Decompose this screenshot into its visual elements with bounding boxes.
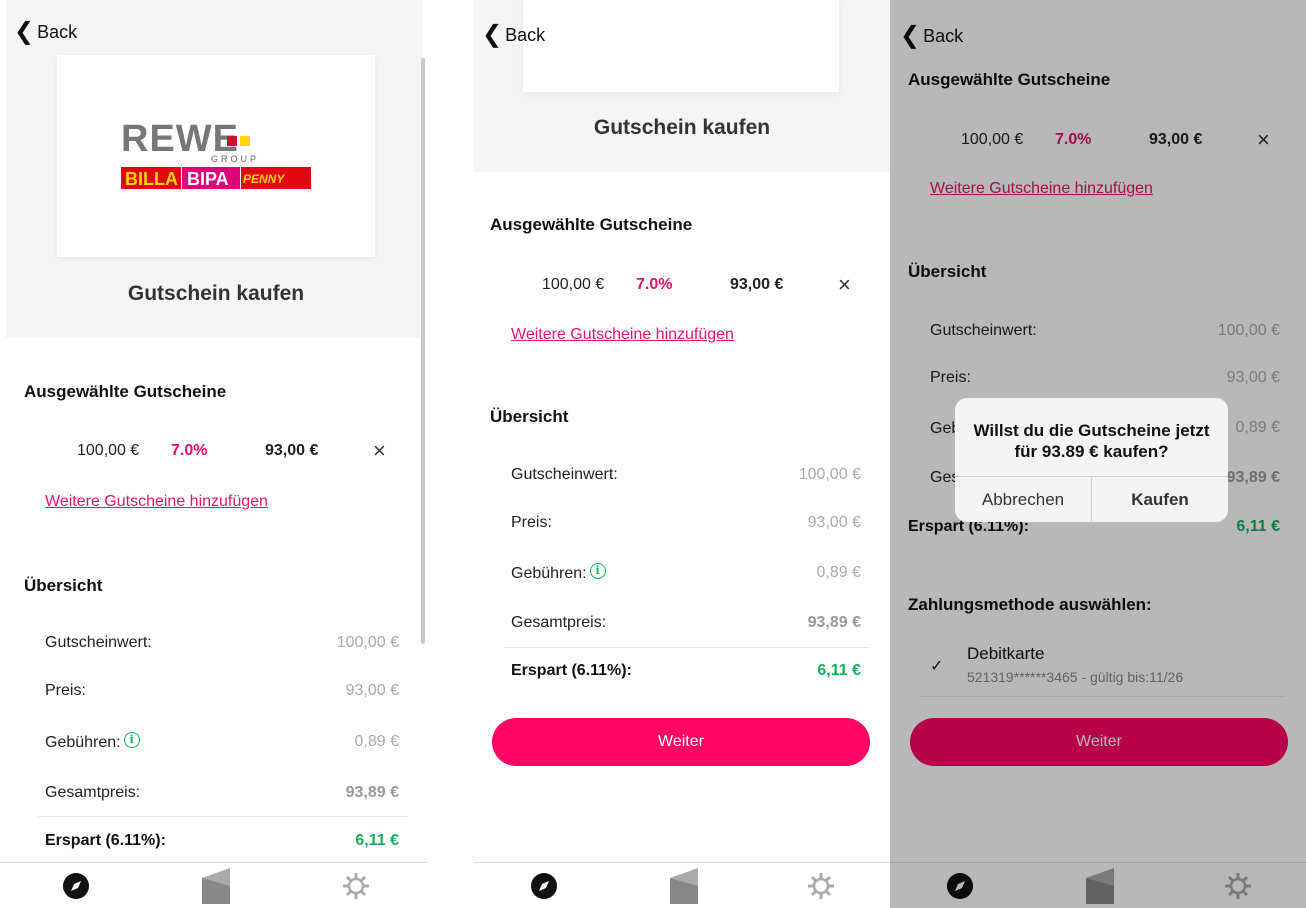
info-icon[interactable]: i (123, 732, 140, 748)
back-button[interactable]: ❮ Back (482, 23, 545, 47)
voucher-amount: 100,00 € (542, 276, 605, 293)
overview-title: Übersicht (24, 576, 103, 595)
remove-voucher-icon[interactable]: × (838, 272, 851, 298)
tab-bar (0, 862, 428, 908)
back-button[interactable]: ❮ Back (14, 20, 77, 44)
overview-row-value: Gutscheinwert: 100,00 € (45, 634, 399, 651)
logo-bipa-text: BIPA (187, 169, 229, 189)
screen-voucher-scrolled: ❮ Back Gutschein kaufen Ausgewählte Guts… (474, 0, 890, 908)
info-icon[interactable]: i (589, 563, 606, 579)
remove-voucher-icon[interactable]: × (373, 438, 386, 464)
logo-square-yellow (240, 136, 250, 146)
voucher-row: 100,00 € 7.0% 93,00 € × (77, 438, 386, 464)
confirm-dialog-message: Willst du die Gutscheine jetzt für 93.89… (973, 421, 1210, 461)
logo-penny-text: PENNY (243, 172, 285, 186)
tab-bar (474, 862, 890, 908)
logo-group-text: GROUP (211, 154, 259, 164)
chevron-left-icon: ❮ (482, 21, 503, 48)
scrollbar[interactable] (421, 58, 425, 644)
divider (38, 816, 408, 817)
settings-icon[interactable] (341, 871, 371, 901)
page-title: Gutschein kaufen (127, 282, 305, 305)
explore-icon[interactable] (529, 871, 559, 901)
selected-vouchers-title: Ausgewählte Gutscheine (490, 215, 693, 234)
voucher-discount: 7.0% (171, 442, 208, 459)
screen-voucher-overview: ❮ Back REWE GROUP BILLA BIPA PENNY Gutsc… (0, 0, 428, 908)
cancel-button[interactable]: Abbrechen (955, 477, 1091, 522)
logo-square-red (227, 136, 237, 146)
voucher-amount: 100,00 € (77, 442, 140, 459)
continue-button[interactable]: Weiter (492, 718, 870, 766)
explore-icon[interactable] (61, 871, 91, 901)
voucher-price: 93,00 € (265, 442, 319, 459)
overview-row-total: Gesamtpreis: 93,89 € (511, 614, 861, 631)
overview-row-fees: Gebühren:i 0,89 € (511, 563, 861, 582)
overview-row-fees: Gebühren:i 0,89 € (45, 732, 399, 751)
overview-row-total: Gesamtpreis: 93,89 € (45, 784, 399, 801)
screen-purchase-confirm: ❮ Back Ausgewählte Gutscheine 100,00 € 7… (890, 0, 1306, 908)
overview-row-price: Preis: 93,00 € (511, 514, 861, 531)
wallet-icon[interactable] (200, 866, 232, 906)
merchant-logo-card: REWE GROUP BILLA BIPA PENNY (57, 55, 375, 257)
confirm-dialog: Willst du die Gutscheine jetzt für 93.89… (955, 398, 1228, 522)
add-more-vouchers-link[interactable]: Weitere Gutscheine hinzufügen (45, 493, 268, 511)
page-title: Gutschein kaufen (593, 116, 771, 139)
overview-title: Übersicht (490, 407, 569, 426)
overview-row-saved: Erspart (6.11%): 6,11 € (45, 832, 399, 849)
chevron-left-icon: ❮ (14, 18, 35, 45)
merchant-logo-card (523, 0, 839, 92)
confirm-dialog-actions: Abbrechen Kaufen (955, 476, 1228, 522)
divider (504, 647, 870, 648)
overview-row-value: Gutscheinwert: 100,00 € (511, 466, 861, 483)
voucher-row: 100,00 € 7.0% 93,00 € × (542, 272, 851, 298)
rewe-group-logo: REWE GROUP BILLA BIPA PENNY (121, 118, 311, 189)
voucher-discount: 7.0% (636, 276, 673, 293)
add-more-vouchers-link[interactable]: Weitere Gutscheine hinzufügen (511, 326, 734, 344)
selected-vouchers-title: Ausgewählte Gutscheine (24, 382, 227, 401)
overview-row-price: Preis: 93,00 € (45, 682, 399, 699)
voucher-price: 93,00 € (730, 276, 784, 293)
confirm-buy-button[interactable]: Kaufen (1091, 477, 1228, 522)
settings-icon[interactable] (806, 871, 836, 901)
overview-row-saved: Erspart (6.11%): 6,11 € (511, 662, 861, 679)
logo-billa-text: BILLA (125, 169, 178, 189)
wallet-icon[interactable] (668, 866, 700, 906)
